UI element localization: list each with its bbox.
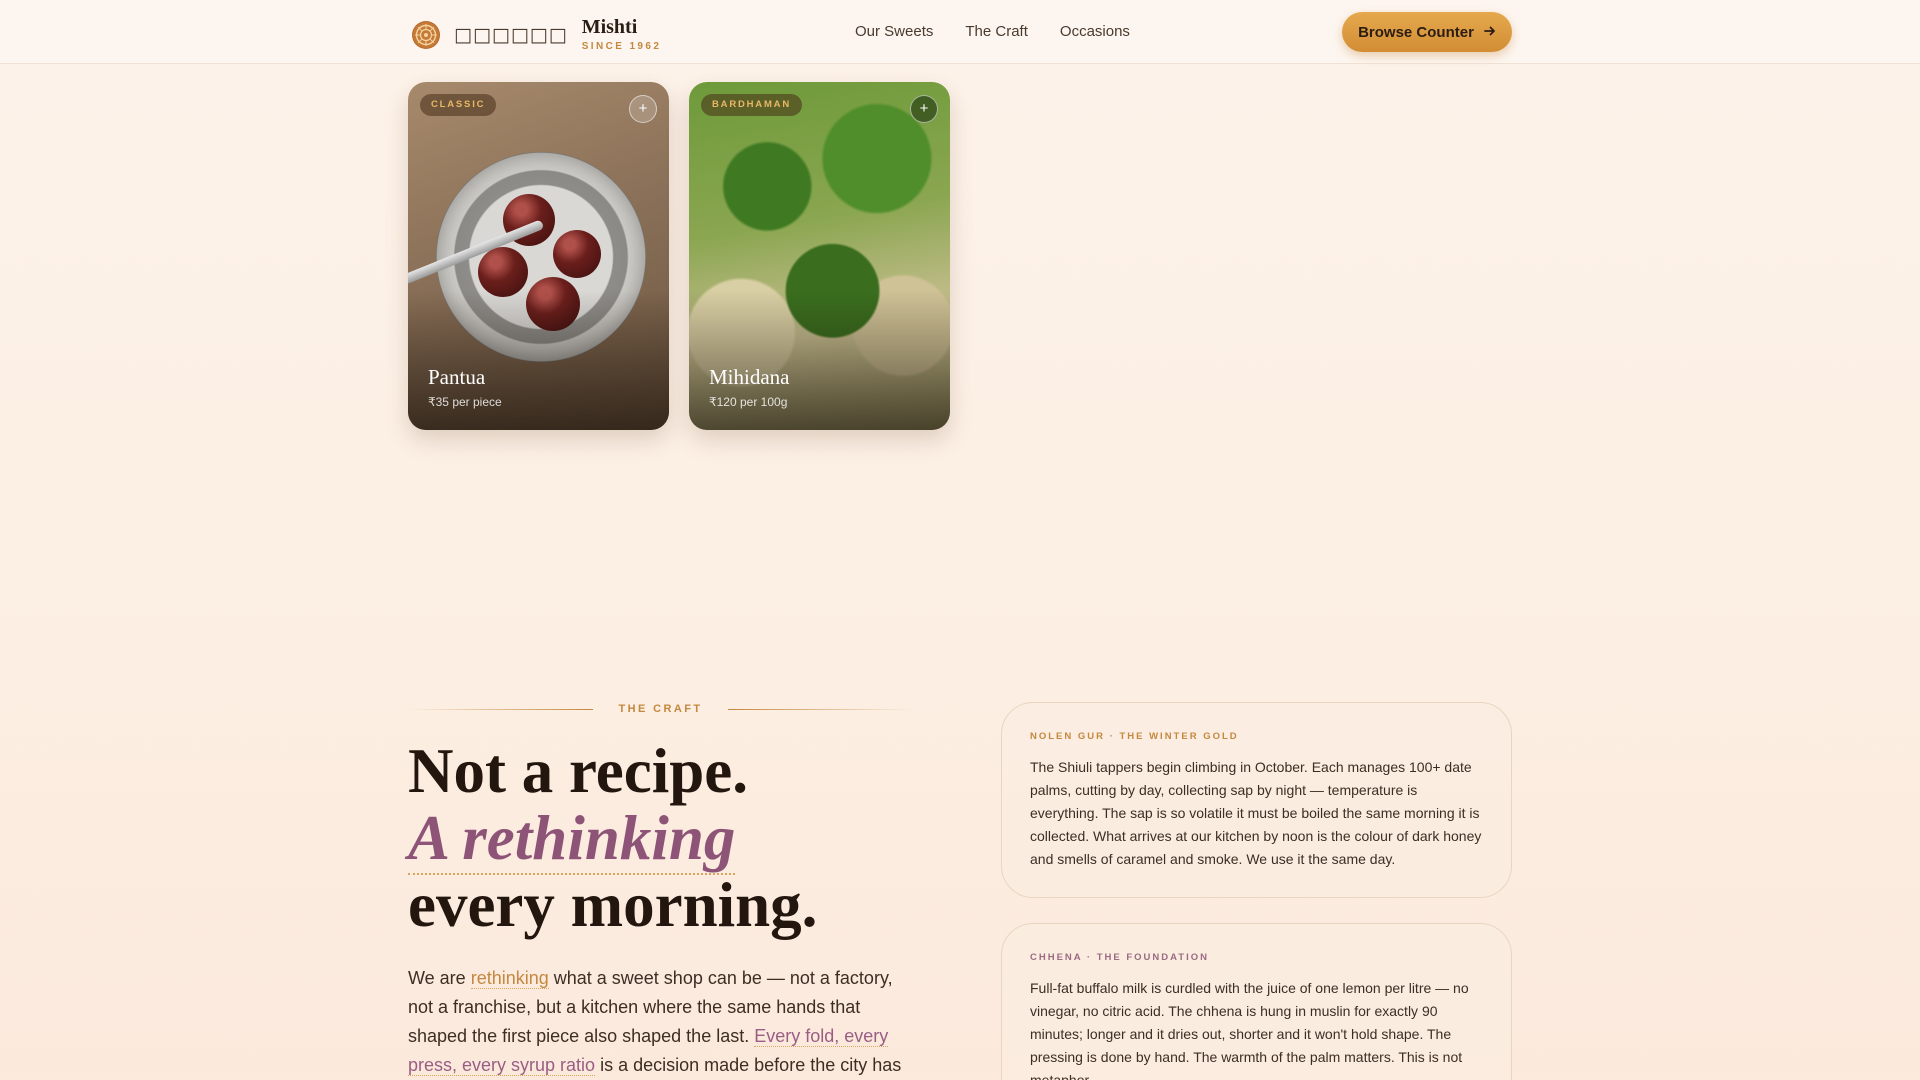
divider-line <box>728 709 913 710</box>
pantua-sweet-image <box>553 230 601 278</box>
add-to-box-button[interactable]: + <box>629 95 657 123</box>
product-name: Pantua <box>428 365 486 389</box>
headline-line-3: every morning. <box>408 870 818 940</box>
section-eyebrow: THE CRAFT <box>408 703 913 717</box>
headline-line-1: Not a recipe. <box>408 736 748 806</box>
product-card-mihidana[interactable]: BARDHAMAN + Mihidana ₹120 per 100g <box>689 82 950 430</box>
brand-since: SINCE 1962 <box>581 41 662 52</box>
product-price: ₹35 per piece <box>428 395 502 409</box>
brand-wordmark: Mishti SINCE 1962 <box>582 17 662 52</box>
craft-body-text: We are rethinking what a sweet shop can … <box>408 964 908 1080</box>
info-card-chhena: CHHENA · THE FOUNDATION Full-fat buffalo… <box>1001 923 1512 1080</box>
info-card-nolen-gur: NOLEN GUR · THE WINTER GOLD The Shiuli t… <box>1001 702 1512 898</box>
body-text: We are <box>408 968 471 988</box>
browse-counter-button[interactable]: Browse Counter <box>1342 12 1512 52</box>
highlight-link-rethinking[interactable]: rethinking <box>470 968 549 989</box>
brand-logo-link[interactable]: □□□□□□ Mishti SINCE 1962 <box>412 17 661 52</box>
main-nav: Our Sweets The Craft Occasions <box>855 23 1130 40</box>
mandala-icon <box>412 20 440 49</box>
card-shade <box>408 290 669 430</box>
product-price: ₹120 per 100g <box>709 395 788 409</box>
product-card-pantua[interactable]: CLASSIC + Pantua ₹35 per piece <box>408 82 669 430</box>
browse-counter-label: Browse Counter <box>1358 23 1474 41</box>
product-name: Mihidana <box>709 365 790 389</box>
product-tag: BARDHAMAN <box>701 94 802 116</box>
nav-our-sweets[interactable]: Our Sweets <box>855 23 933 40</box>
craft-headline: Not a recipe. A rethinking every morning… <box>408 738 817 939</box>
brand-script-text: □□□□□□ <box>454 23 568 46</box>
info-card-title: CHHENA · THE FOUNDATION <box>1030 952 1209 963</box>
add-to-box-button[interactable]: + <box>910 95 938 123</box>
info-card-text: Full-fat buffalo milk is curdled with th… <box>1030 980 1469 1080</box>
product-tag: CLASSIC <box>420 94 497 116</box>
brand-name: Mishti <box>581 16 638 38</box>
card-shade <box>689 290 950 430</box>
site-header: □□□□□□ Mishti SINCE 1962 Our Sweets The … <box>0 0 1920 64</box>
arrow-right-icon <box>1484 24 1496 41</box>
headline-accent: A rethinking <box>408 803 736 875</box>
info-card-text: The Shiuli tappers begin climbing in Oct… <box>1030 759 1482 867</box>
body-text: is a decision made before the city has <box>595 1055 902 1075</box>
nav-occasions[interactable]: Occasions <box>1060 23 1130 40</box>
info-card-title: NOLEN GUR · THE WINTER GOLD <box>1030 731 1239 742</box>
nav-the-craft[interactable]: The Craft <box>965 23 1028 40</box>
